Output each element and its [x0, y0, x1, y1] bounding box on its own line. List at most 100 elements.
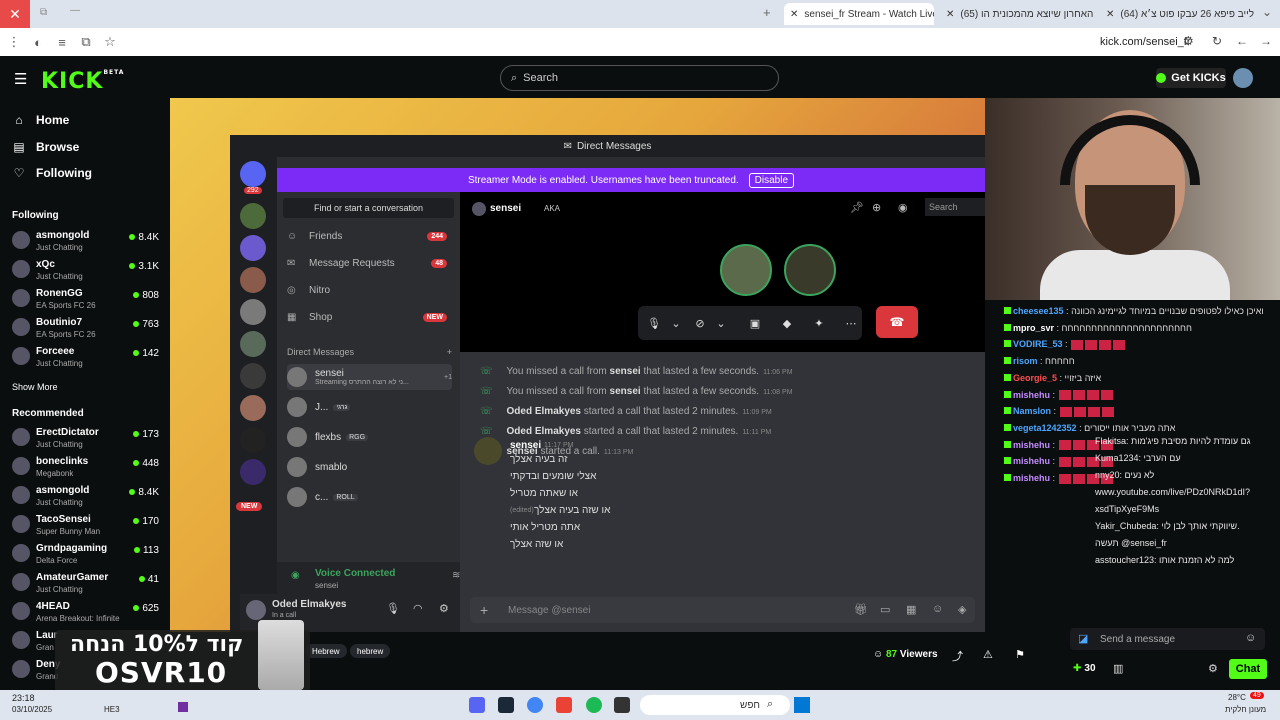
stream-tag[interactable]: hebrew	[350, 644, 391, 658]
search-input[interactable]: ⌕ Search	[500, 65, 779, 91]
emote-icon[interactable]: ◪	[1078, 632, 1088, 645]
apps-icon[interactable]: ◈	[958, 603, 966, 616]
camera-off-icon[interactable]: ⊘	[689, 312, 711, 334]
chat-username[interactable]: Namslon	[1013, 406, 1051, 416]
discord-home-icon[interactable]	[240, 161, 266, 187]
sidebar-channel[interactable]: Grndpagaming Delta Force 113	[12, 541, 162, 571]
profile-icon[interactable]: ◉	[898, 201, 908, 214]
chrome-taskbar-icon[interactable]	[527, 697, 543, 713]
sidebar-channel[interactable]: Boutinio7 EA Sports FC 26 763	[12, 315, 162, 345]
share-icon[interactable]: ⤴	[952, 648, 963, 664]
clock-time[interactable]: 23:18	[12, 693, 35, 703]
gift-icon[interactable]: 🎁︎	[854, 603, 868, 616]
app-taskbar-icon[interactable]	[556, 697, 572, 713]
emoji-icon[interactable]: ☺	[932, 603, 943, 615]
terminal-taskbar-icon[interactable]	[614, 697, 630, 713]
pin-icon[interactable]: 📌︎	[850, 201, 864, 214]
stream-tag[interactable]: Hebrew	[305, 644, 347, 658]
server-icon[interactable]	[240, 395, 266, 421]
user-avatar[interactable]	[246, 600, 266, 620]
chat-username[interactable]: mishehu	[1013, 440, 1050, 450]
minimize-icon[interactable]: —	[70, 5, 80, 16]
discord-nav-friends[interactable]: ☺ Friends 244	[287, 231, 447, 242]
sidebar-channel[interactable]: AmateurGamer Just Chatting 41	[12, 570, 162, 600]
tab-search-icon[interactable]: ⌄	[1262, 5, 1272, 19]
server-icon[interactable]	[240, 235, 266, 261]
chat-username[interactable]: cheesee135	[1013, 306, 1064, 316]
more-options-icon[interactable]: ⋯	[840, 312, 862, 334]
send-message-input[interactable]: Send a message	[1070, 628, 1265, 650]
chevron-down-icon[interactable]: ⌄	[710, 312, 732, 334]
sidebar-channel[interactable]: asmongold Just Chatting 8.4K	[12, 483, 162, 513]
show-more-link[interactable]: Show More	[12, 382, 58, 392]
chat-username[interactable]: mishehu	[1013, 473, 1050, 483]
chat-username[interactable]: mishehu	[1013, 456, 1050, 466]
history-icon[interactable]: ≡	[50, 35, 74, 50]
forward-icon[interactable]: ←	[1236, 34, 1248, 48]
weather-desc[interactable]: מעונן חלקית	[1225, 705, 1266, 714]
sidebar-channel[interactable]: ErectDictator Just Chatting 173	[12, 425, 162, 455]
server-icon[interactable]	[240, 427, 266, 453]
language-indicator[interactable]: HE3	[104, 705, 120, 714]
more-actions-icon[interactable]: ⚑	[1015, 648, 1025, 661]
message-input[interactable]: Message @sensei	[470, 597, 975, 623]
store-icon[interactable]: ▥	[1113, 662, 1123, 675]
dm-item[interactable]: smablo	[287, 454, 452, 480]
hang-up-button[interactable]: ☎	[876, 306, 918, 338]
dm-item[interactable]: flexbs RGG	[287, 424, 452, 450]
kick-points[interactable]: 30	[1073, 663, 1095, 674]
add-friend-icon[interactable]: ⊕	[872, 201, 881, 214]
profile-icon[interactable]: ◐	[26, 35, 50, 50]
sidebar-channel[interactable]: Forceee Just Chatting 142	[12, 344, 162, 374]
disable-button[interactable]: Disable	[748, 172, 795, 188]
server-icon[interactable]	[240, 267, 266, 293]
sidebar-channel[interactable]: TacoSensei Super Bunny Man 170	[12, 512, 162, 542]
tab-youtube-1[interactable]: ✕ (65) האחרון שיוצא מהמכונית הו	[940, 3, 1095, 25]
stream-video[interactable]: ✉ Direct Messages 292 NEW Streamer Mode i…	[170, 98, 985, 632]
activity-icon[interactable]: ◆	[776, 312, 798, 334]
chat-username[interactable]: risom	[1013, 356, 1038, 366]
soundboard-icon[interactable]: ✦	[808, 312, 830, 334]
clock-date[interactable]: 03/10/2025	[12, 705, 52, 714]
window-close-icon[interactable]: ✕	[0, 0, 30, 28]
tab-close-icon[interactable]: ✕	[1106, 9, 1114, 20]
get-kicks-button[interactable]: Get KICKs	[1156, 68, 1226, 88]
sidebar-channel[interactable]: boneclinks Megabonk 448	[12, 454, 162, 484]
emoji-icon[interactable]: ☺	[1245, 632, 1256, 644]
user-avatar[interactable]	[1233, 68, 1253, 88]
spotify-taskbar-icon[interactable]	[586, 697, 602, 713]
steam-taskbar-icon[interactable]	[498, 697, 514, 713]
mic-icon[interactable]: 🎙︎	[386, 602, 400, 615]
mic-icon[interactable]: 🎙︎	[643, 312, 665, 334]
server-icon[interactable]	[240, 299, 266, 325]
screen-share-icon[interactable]: ▣	[744, 312, 766, 334]
nav-browse[interactable]: ▤ Browse	[12, 140, 79, 154]
restore-icon[interactable]: ⧉	[40, 7, 47, 18]
app-tray-icon[interactable]	[178, 702, 188, 712]
sidebar-channel[interactable]: xQc Just Chatting 3.1K	[12, 257, 162, 287]
server-icon[interactable]	[240, 203, 266, 229]
report-icon[interactable]: ⚠	[983, 648, 993, 661]
sidebar-channel[interactable]: 4HEAD Arena Breakout: Infinite 625	[12, 599, 162, 629]
chat-send-button[interactable]: Chat	[1229, 659, 1267, 679]
attach-plus-icon[interactable]: +	[480, 602, 488, 618]
add-dm-icon[interactable]: +	[447, 347, 452, 357]
chat-username[interactable]: mpro_svr	[1013, 323, 1054, 333]
back-icon[interactable]: →	[1260, 34, 1272, 48]
discord-nav-shop[interactable]: ▦ Shop NEW	[287, 312, 447, 323]
tab-close-icon[interactable]: ✕	[790, 9, 798, 20]
find-conversation-input[interactable]: Find or start a conversation	[283, 198, 454, 218]
gif-icon[interactable]: ▭	[880, 603, 890, 616]
server-icon[interactable]	[240, 459, 266, 485]
hamburger-menu-icon[interactable]: ☰	[14, 70, 27, 88]
chat-username[interactable]: mishehu	[1013, 390, 1050, 400]
discord-nav-mail[interactable]: ✉ Message Requests 48	[287, 258, 447, 269]
address-bar-url[interactable]: kick.com/sensei_fr	[1100, 36, 1190, 48]
dm-item[interactable]: sensei Streaming ני לא רוצה ההתרס... +1	[287, 364, 452, 390]
sticker-icon[interactable]: ▦	[906, 603, 916, 616]
settings-gear-icon[interactable]: ⚙	[439, 602, 449, 615]
bookmark-star-icon[interactable]: ☆	[98, 34, 122, 50]
kick-logo[interactable]: KICKBETA	[41, 69, 124, 94]
nav-following[interactable]: ♡ Following	[12, 166, 92, 180]
chat-username[interactable]: VODIRE_53	[1013, 339, 1063, 349]
